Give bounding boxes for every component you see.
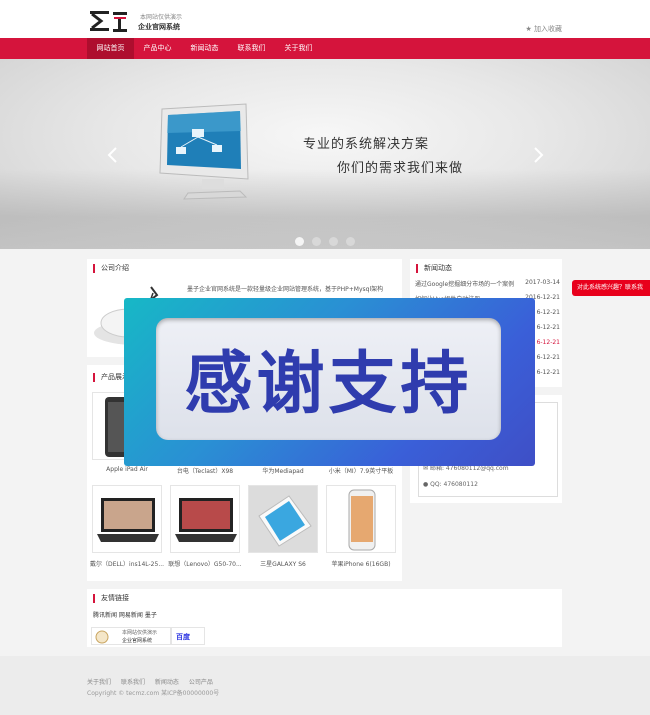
friend-link-logo[interactable]: 本网站仅供演示 企业官网系统: [91, 627, 171, 645]
thanks-overlay-text: 感谢支持: [184, 345, 473, 424]
logo-subtitle: 本网站仅供演示: [140, 14, 183, 21]
news-item-date: 2017-03-14: [525, 279, 560, 286]
news-item-date: 6-12-21: [536, 324, 560, 331]
footer-links: 关于我们 联系我们 新闻动态 公司产品: [87, 677, 221, 686]
news-item-date: 6-12-21: [536, 354, 560, 361]
seal-icon: [95, 630, 109, 644]
nav-item-about[interactable]: 关于我们: [275, 38, 322, 59]
hero-banner[interactable]: 专业的系统解决方案 你们的需求我们来做: [0, 59, 650, 249]
slide-indicators: [295, 237, 365, 246]
news-item[interactable]: 通过Google挖掘细分市场的一个案例 2017-03-14: [415, 279, 560, 291]
banner-subheadline: 你们的需求我们来做: [337, 161, 464, 176]
product-image: [92, 485, 162, 553]
product-image: [170, 485, 240, 553]
product-name: 联想（Lenovo）G50-70...: [168, 561, 242, 568]
friend-logo-subtitle: 本网站仅供演示: [122, 630, 158, 636]
thanks-overlay-card: 感谢支持: [156, 318, 501, 440]
logo-mark-icon: [90, 11, 109, 31]
product-name: 华为Mediapad: [262, 468, 304, 475]
slide-dot[interactable]: [295, 237, 304, 246]
site-footer: 关于我们 联系我们 新闻动态 公司产品 Copyright © tecmz.co…: [0, 656, 650, 715]
chevron-left-icon[interactable]: [106, 147, 118, 163]
floating-contact-button[interactable]: 对此系统感兴趣？联系我: [572, 280, 650, 296]
footer-link-news[interactable]: 新闻动态: [155, 679, 179, 686]
add-favorite-link[interactable]: ★ 加入收藏: [525, 24, 562, 34]
nav-item-products[interactable]: 产品中心: [134, 38, 181, 59]
product-image: [326, 485, 396, 553]
product-name: 戴尔（DELL）ins14L-25...: [89, 561, 165, 568]
monitor-illustration: [159, 103, 249, 200]
nav-item-contact[interactable]: 联系我们: [228, 38, 275, 59]
footer-link-products[interactable]: 公司产品: [189, 679, 213, 686]
news-item-date: 6-12-21: [536, 309, 560, 316]
mail-icon: ✉: [423, 465, 430, 472]
contact-qq[interactable]: ● QQ: 476080112: [423, 481, 478, 488]
chevron-right-icon[interactable]: [533, 147, 545, 163]
product-name: 三星GALAXY S6: [260, 561, 306, 568]
contact-qq-text: QQ: 476080112: [430, 481, 478, 488]
friend-links-text[interactable]: 腾讯新闻 网易新闻 墨子: [93, 610, 157, 619]
news-title: 新闻动态: [416, 264, 452, 273]
news-item-date: 6-12-21: [536, 339, 560, 346]
slide-dot[interactable]: [329, 237, 338, 246]
nav-item-home[interactable]: 网站首页: [87, 38, 134, 59]
slide-dot[interactable]: [312, 237, 321, 246]
site-logo[interactable]: 本网站仅供演示 企业官网系统: [90, 10, 190, 34]
about-text: 墨子企业官网系统是一款轻量级企业网站管理系统，基于PHP+Mysql架构: [187, 286, 384, 293]
footer-copyright: Copyright © tecmz.com 某ICP备00000000号: [87, 690, 220, 697]
baidu-logo-text: 百度: [176, 633, 190, 641]
thanks-overlay-image: 感谢支持: [124, 298, 535, 466]
product-name: 小米（MI）7.9英寸平板: [328, 468, 394, 475]
product-name: Apple iPad Air: [106, 466, 148, 473]
logo-name: 企业官网系统: [138, 23, 180, 31]
friend-links-panel: 友情链接 腾讯新闻 网易新闻 墨子 本网站仅供演示 企业官网系统 百度: [87, 589, 562, 647]
news-item-title: 通过Google挖掘细分市场的一个案例: [415, 281, 515, 288]
news-item-date: 6-12-21: [536, 369, 560, 376]
product-name: 台电（Teclast）X98: [176, 468, 234, 475]
site-header: 本网站仅供演示 企业官网系统 ★ 加入收藏: [0, 0, 650, 38]
product-image: [248, 485, 318, 553]
banner-headline: 专业的系统解决方案: [303, 137, 430, 152]
footer-link-about[interactable]: 关于我们: [87, 679, 111, 686]
about-title: 公司介绍: [93, 264, 129, 273]
product-name: 苹果iPhone 6(16GB): [331, 561, 391, 568]
friend-links-title: 友情链接: [93, 594, 129, 603]
friend-logo-name: 企业官网系统: [122, 638, 153, 644]
main-nav: 网站首页 产品中心 新闻动态 联系我们 关于我们: [0, 38, 650, 59]
slide-dot[interactable]: [346, 237, 355, 246]
nav-item-news[interactable]: 新闻动态: [181, 38, 228, 59]
baidu-link-logo[interactable]: 百度: [171, 627, 205, 645]
contact-email-text: 邮箱: 476080112@qq.com: [429, 465, 509, 472]
footer-link-contact[interactable]: 联系我们: [121, 679, 145, 686]
logo-glyph-icon: [113, 12, 127, 32]
